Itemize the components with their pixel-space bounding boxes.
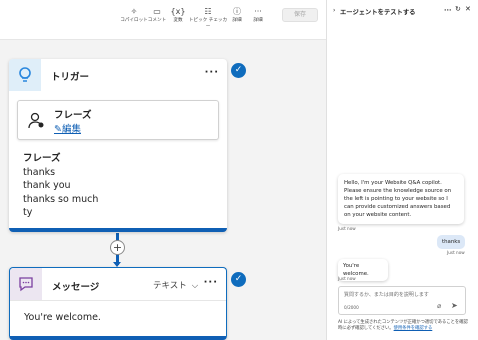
timestamp: Just now [338,226,356,231]
phrase-item: thanks [23,166,56,178]
phrase-item: thanks so much [23,193,99,205]
trigger-more-icon[interactable]: ··· [205,67,219,78]
timestamp: Just now [447,250,465,255]
message-icon-box [10,268,42,300]
save-button[interactable]: 保存 [282,8,318,22]
attach-icon[interactable]: ⌀ [437,302,441,310]
more-options-icon[interactable]: ··· [444,6,451,14]
chevron-down-icon: ⌵ [191,281,199,291]
user-message: thanks [437,235,465,249]
bot-message: Hello, I'm your Website Q&A copilot. Ple… [338,174,464,224]
disclaimer: AI によって生成されたコンテンツが正確かつ適切であることを確認時に必ず確認して… [338,320,468,331]
phrase-box-title: フレーズ [54,110,92,121]
test-panel-title: エージェントをテストする [340,9,416,16]
phrase-list: フレーズ thanks thank you thanks so much ty [23,152,98,220]
chat-input[interactable]: 質問するか、または目的を説明します 0/2000 ⌀ ➤ [338,286,466,315]
timestamp: Just now [338,276,356,281]
phrase-item: ty [23,207,33,218]
pencil-icon: ✎ [54,124,62,135]
trigger-node[interactable]: トリガー ··· フレーズ ✎編集 フレーズ thanks thank you … [9,59,227,232]
topic-editor: ✧ コパイロット ▭ コメント {x} 変数 ☷ トピック チェッカー ⓘ 詳細 ··· 詳… [0,0,326,340]
add-node-button[interactable]: + [110,240,125,255]
lightbulb-icon [19,67,31,82]
message-type-dropdown[interactable]: テキスト ⌵ [153,279,198,291]
user-edit-icon [28,112,44,129]
message-more-icon[interactable]: ··· [204,277,218,288]
more-icon: ··· [254,7,262,16]
close-icon[interactable]: ✕ [465,5,471,13]
toolbar: ✧ コパイロット ▭ コメント {x} 変数 ☷ トピック チェッカー ⓘ 詳細 ··· 詳… [0,0,326,40]
phrase-box[interactable]: フレーズ ✎編集 [17,100,219,140]
edit-link[interactable]: ✎編集 [54,121,81,135]
message-node[interactable]: メッセージ テキスト ⌵ ··· You're welcome. [9,267,227,340]
chat-bubble-icon [19,277,33,292]
test-panel: › エージェントをテストする ··· ↻ ✕ Hello, I'm your W… [326,0,478,340]
message-text[interactable]: You're welcome. [24,312,101,323]
phrase-item: thank you [23,180,71,191]
more-button[interactable]: ··· 詳細 [241,7,275,23]
message-check-icon: ✓ [231,272,246,287]
trigger-icon-box [9,59,41,91]
phrases-title: フレーズ [23,153,61,164]
message-divider [10,300,226,301]
refresh-icon[interactable]: ↻ [455,5,461,13]
trigger-title: トリガー [51,72,90,83]
terms-link[interactable]: 使用条件を確認する [394,326,433,331]
test-panel-header: › エージェントをテストする ··· ↻ ✕ [327,0,478,22]
char-count: 0/2000 [344,305,359,310]
chat-input-placeholder: 質問するか、または目的を説明します [344,292,429,298]
message-title: メッセージ [52,282,100,293]
send-icon[interactable]: ➤ [451,301,458,310]
trigger-check-icon: ✓ [231,63,246,78]
chevron-right-icon[interactable]: › [333,7,335,14]
